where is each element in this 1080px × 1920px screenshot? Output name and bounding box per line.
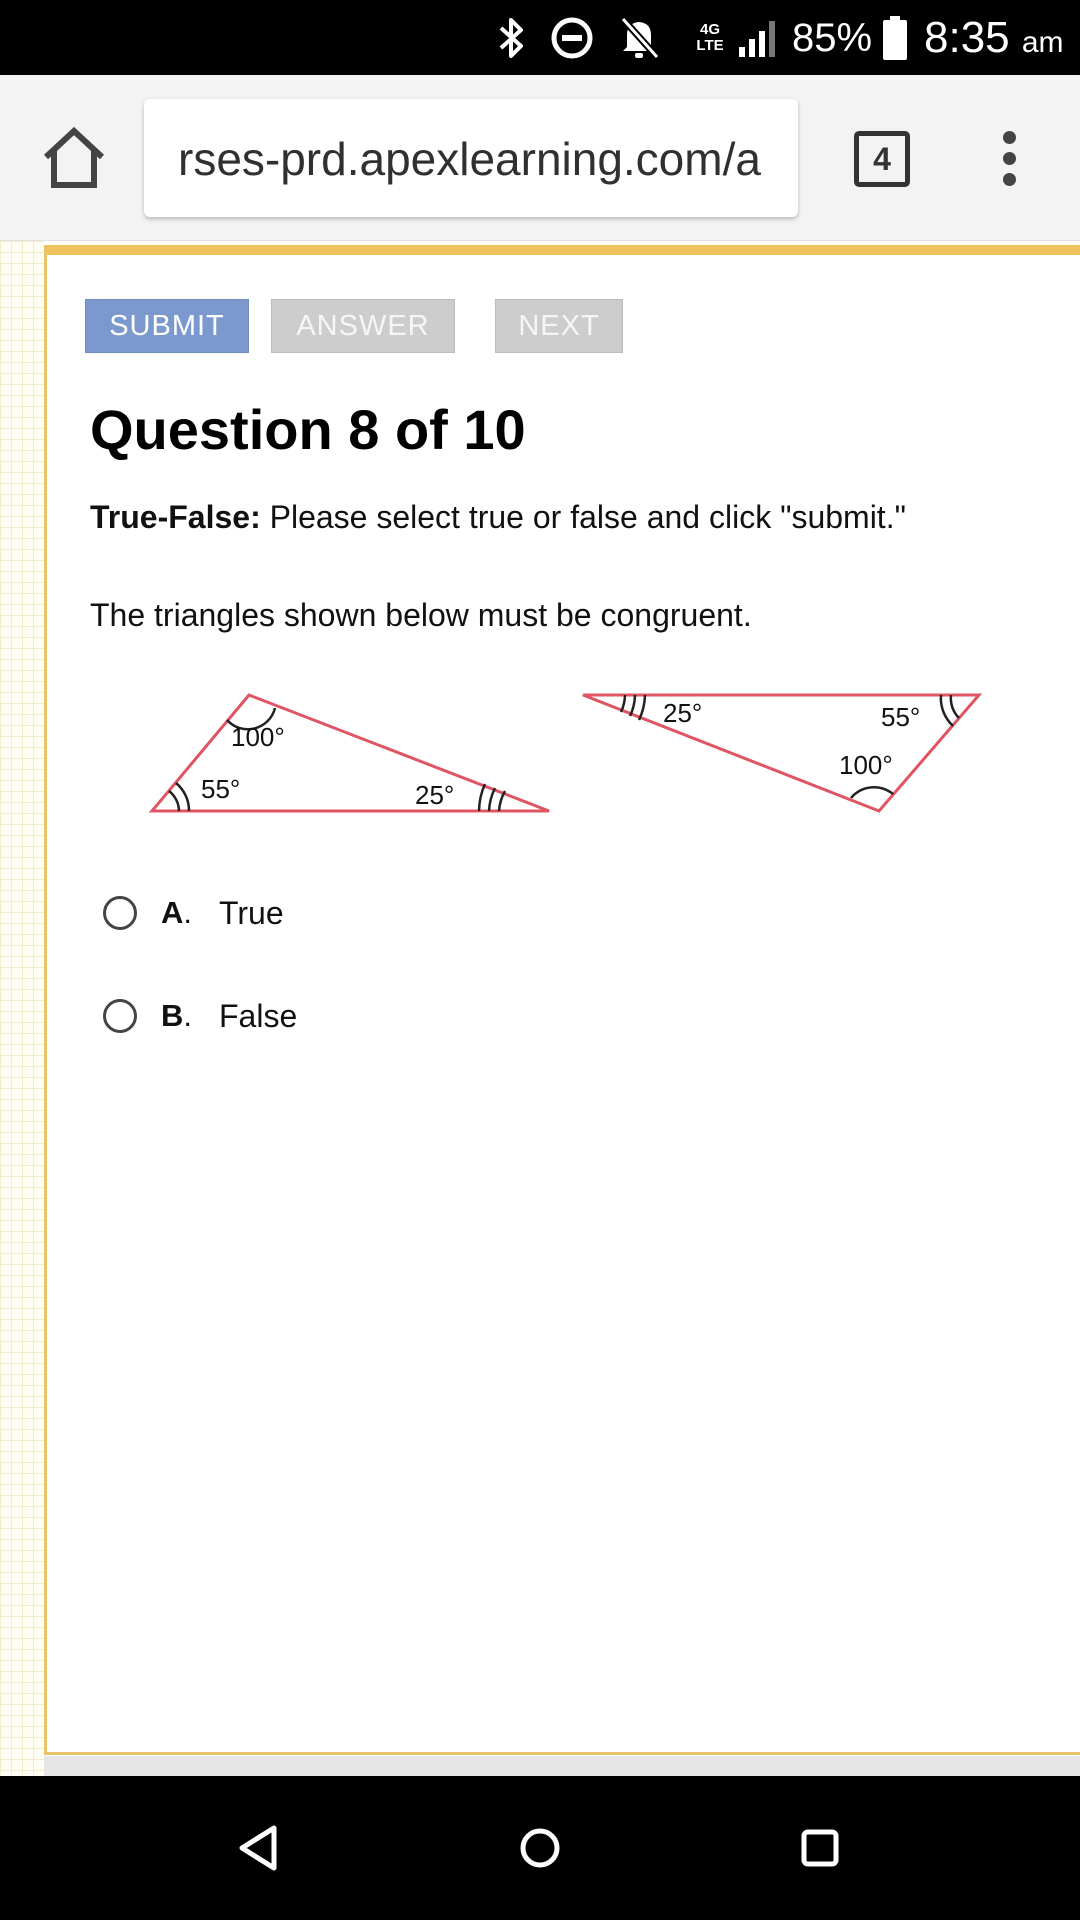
- triangle-1-top-angle: 100°: [231, 722, 285, 752]
- page-bottom-strip: [44, 1756, 1080, 1776]
- option-a-letter: A.: [161, 895, 193, 930]
- option-b-letter: B.: [161, 998, 193, 1033]
- battery-icon: [880, 0, 910, 75]
- option-a-text: True: [219, 894, 284, 931]
- option-a[interactable]: A. True: [103, 885, 284, 941]
- system-nav-bar: [0, 1776, 1080, 1920]
- option-b-text: False: [219, 997, 298, 1034]
- option-a-radio[interactable]: [103, 896, 137, 930]
- url-text: rses-prd.apexlearning.com/a: [178, 133, 761, 185]
- clock-time: 8:35: [924, 13, 1010, 62]
- tab-count: 4: [873, 140, 891, 177]
- submit-button[interactable]: SUBMIT: [85, 299, 249, 353]
- triangle-2: 25° 55° 100°: [582, 693, 983, 813]
- question-prompt: The triangles shown below must be congru…: [90, 597, 752, 633]
- question-instruction: True-False: Please select true or false …: [90, 497, 906, 537]
- triangle-1-left-angle: 55°: [201, 774, 240, 804]
- question-title: Question 8 of 10: [90, 398, 526, 461]
- instruction-text: Please select true or false and click "s…: [260, 499, 906, 535]
- tab-switcher-button[interactable]: 4: [854, 131, 910, 187]
- browser-toolbar: rses-prd.apexlearning.com/a 4: [0, 75, 1080, 241]
- triangle-2-right-angle: 55°: [881, 702, 920, 732]
- recents-icon[interactable]: [786, 1814, 854, 1882]
- network-type-icon: 4G LTE: [690, 0, 730, 75]
- next-button[interactable]: NEXT: [495, 299, 623, 353]
- address-bar[interactable]: rses-prd.apexlearning.com/a: [144, 99, 798, 217]
- instruction-label: True-False:: [90, 499, 261, 535]
- do-not-disturb-icon: [548, 0, 596, 75]
- notifications-off-icon: [614, 0, 664, 75]
- network-type-label: 4G LTE: [696, 20, 724, 54]
- option-b[interactable]: B. False: [103, 988, 297, 1044]
- triangle-1-right-angle: 25°: [415, 780, 454, 810]
- triangle-1: 100° 55° 25°: [148, 693, 550, 813]
- overflow-menu-icon[interactable]: [990, 129, 1030, 189]
- home-icon[interactable]: [38, 125, 110, 193]
- url-fade: [758, 99, 798, 217]
- home-nav-icon[interactable]: [506, 1814, 574, 1882]
- status-bar: 4G LTE 85% 8:35 am: [0, 0, 1080, 75]
- triangle-2-bottom-angle: 100°: [839, 750, 893, 780]
- triangle-2-left-angle: 25°: [663, 698, 702, 728]
- clock: 8:35 am: [924, 12, 1064, 69]
- clock-ampm: am: [1021, 26, 1064, 59]
- answer-button[interactable]: ANSWER: [271, 299, 455, 353]
- web-page: SUBMIT ANSWER NEXT Question 8 of 10 True…: [0, 241, 1080, 1776]
- bluetooth-icon: [490, 0, 534, 75]
- question-panel: SUBMIT ANSWER NEXT Question 8 of 10 True…: [44, 245, 1080, 1755]
- page-background-pattern: [0, 241, 44, 1776]
- triangles-figure: 100° 55° 25° 25° 55° 100°: [148, 693, 983, 813]
- battery-percent: 85%: [792, 16, 873, 60]
- signal-icon: [736, 0, 782, 75]
- option-b-radio[interactable]: [103, 999, 137, 1033]
- back-icon[interactable]: [226, 1814, 294, 1882]
